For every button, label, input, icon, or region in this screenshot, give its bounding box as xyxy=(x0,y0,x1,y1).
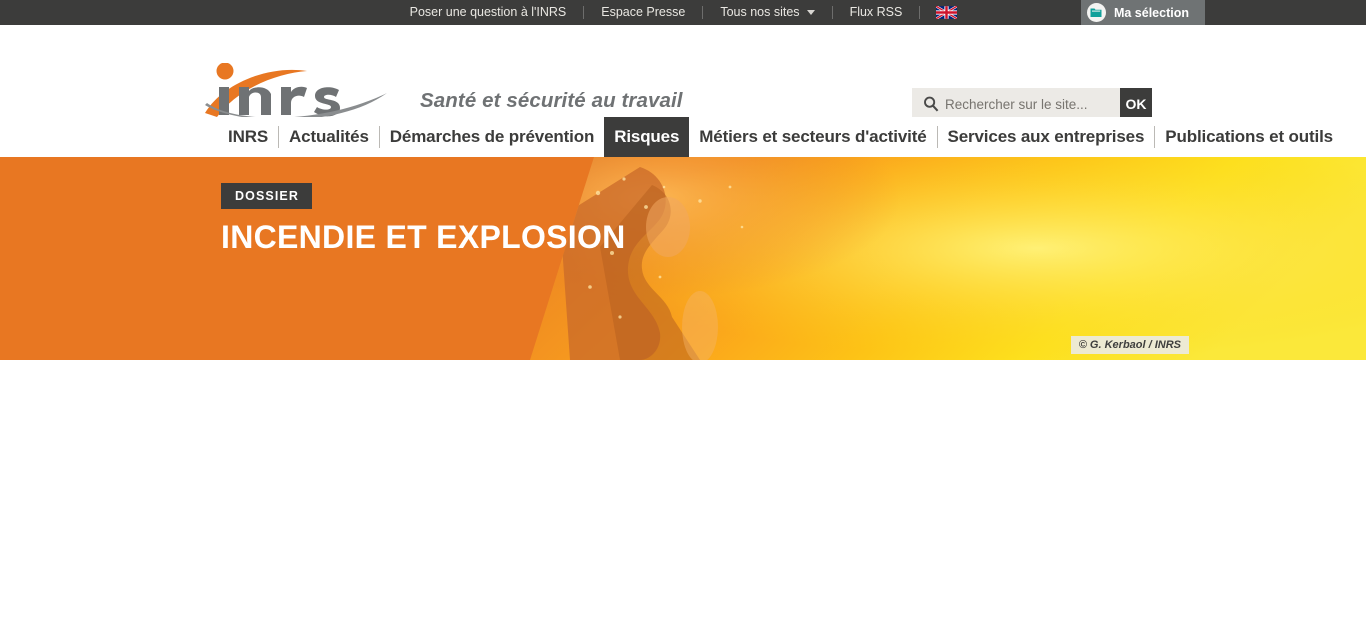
ma-selection-label: Ma sélection xyxy=(1113,5,1189,20)
dossier-badge: DOSSIER xyxy=(221,183,312,209)
nav-item-metiers[interactable]: Métiers et secteurs d'activité xyxy=(689,117,936,157)
topbar-link-rss[interactable]: Flux RSS xyxy=(833,0,920,25)
hero-banner: DOSSIER INCENDIE ET EXPLOSION © G. Kerba… xyxy=(0,157,1366,360)
nav-item-actualites[interactable]: Actualités xyxy=(279,117,379,157)
nav-item-risques[interactable]: Risques xyxy=(604,117,690,157)
nav-item-demarches[interactable]: Démarches de prévention xyxy=(380,117,604,157)
site-search: Rechercher sur le site... OK xyxy=(912,88,1152,120)
inrs-logo-graphic xyxy=(205,62,387,121)
uk-flag-icon xyxy=(936,6,958,19)
hero-fire-image xyxy=(0,157,1366,360)
page-content: Accueil > Risques > Incendie et explosio… xyxy=(0,360,1366,637)
folder-icon xyxy=(1086,3,1106,22)
chevron-down-icon xyxy=(806,10,815,16)
search-icon xyxy=(924,96,939,112)
topbar-link-all-sites[interactable]: Tous nos sites xyxy=(703,0,831,25)
language-switch[interactable] xyxy=(920,6,973,19)
search-placeholder: Rechercher sur le site... xyxy=(945,96,1088,112)
top-utility-links: Poser une question à l'INRS Espace Press… xyxy=(393,0,974,25)
site-header: Santé et sécurité au travail Rechercher … xyxy=(0,25,1366,121)
main-navigation: INRS Actualités Démarches de prévention … xyxy=(0,117,1366,157)
search-submit-button[interactable]: OK xyxy=(1120,88,1152,120)
topbar-link-question[interactable]: Poser une question à l'INRS xyxy=(393,0,584,25)
hero-title: INCENDIE ET EXPLOSION xyxy=(221,219,626,255)
site-tagline: Santé et sécurité au travail xyxy=(420,89,683,112)
topbar-link-all-sites-label: Tous nos sites xyxy=(720,5,800,19)
topbar-link-press[interactable]: Espace Presse xyxy=(584,0,702,25)
ma-selection-button[interactable]: Ma sélection xyxy=(1080,0,1205,25)
top-utility-bar: Poser une question à l'INRS Espace Press… xyxy=(0,0,1366,25)
search-input[interactable]: Rechercher sur le site... xyxy=(912,88,1120,120)
image-credit: © G. Kerbaol / INRS xyxy=(1070,336,1189,354)
inrs-logo[interactable] xyxy=(197,62,397,121)
nav-item-publications[interactable]: Publications et outils xyxy=(1155,117,1343,157)
nav-item-inrs[interactable]: INRS xyxy=(218,117,278,157)
nav-item-services[interactable]: Services aux entreprises xyxy=(938,117,1155,157)
